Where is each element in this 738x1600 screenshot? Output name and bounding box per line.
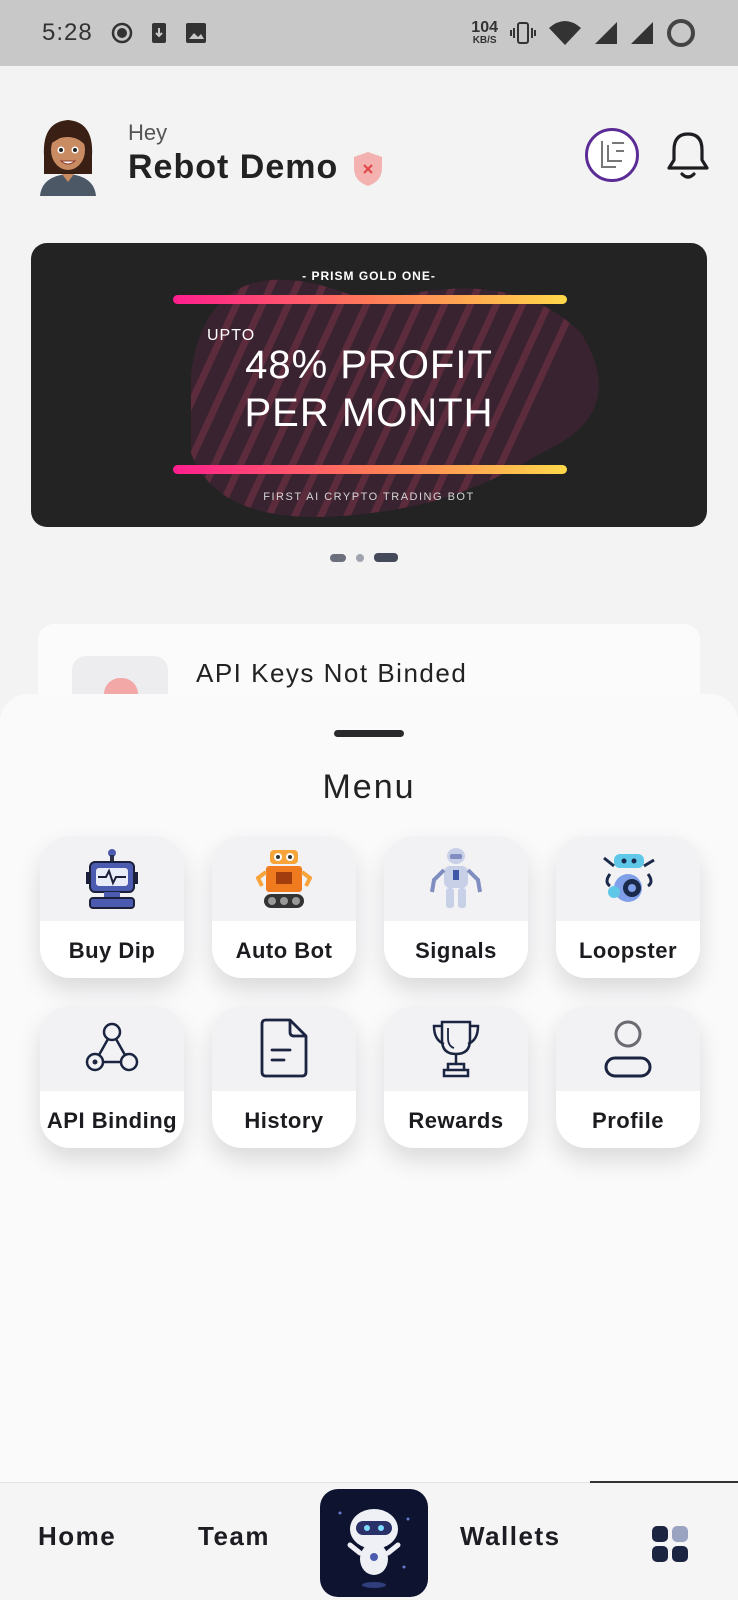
carousel-dot[interactable]	[356, 553, 364, 562]
sheet-drag-handle[interactable]	[334, 730, 404, 737]
status-time: 5:28	[42, 19, 93, 46]
username: Rebot Demo	[128, 148, 339, 186]
signal-icon	[631, 22, 653, 44]
net-speed: 104 KB/S	[471, 19, 498, 46]
nav-active-indicator	[590, 1481, 738, 1483]
menu-item-api-binding[interactable]: API Binding	[40, 1006, 184, 1148]
image-icon	[185, 23, 206, 43]
status-bar: 5:28 104 KB/S	[0, 0, 738, 66]
record-icon	[111, 22, 132, 44]
carousel-dot[interactable]	[330, 553, 346, 562]
wifi-icon	[549, 21, 581, 45]
menu-item-label: Signals	[415, 938, 497, 963]
banner-brand-label: - PRISM GOLD ONE-	[302, 269, 436, 283]
document-icon	[260, 1018, 308, 1078]
robot-mascot-icon	[338, 1509, 410, 1588]
menu-item-profile[interactable]: Profile	[556, 1006, 700, 1148]
menu-item-label: Buy Dip	[68, 938, 156, 963]
battery-icon	[667, 19, 695, 47]
menu-item-loopster[interactable]: Loopster	[556, 836, 700, 978]
menu-item-auto-bot[interactable]: Auto Bot	[212, 836, 356, 978]
bottom-nav: Home Team Wallets	[0, 1481, 738, 1600]
user-icon	[604, 1020, 652, 1078]
trophy-icon	[432, 1020, 480, 1078]
menu-item-label: Loopster	[578, 938, 678, 963]
menu-item-history[interactable]: History	[212, 1006, 356, 1148]
banner-gradient-bar	[173, 295, 567, 304]
nav-robot-button[interactable]	[320, 1489, 428, 1597]
carousel-indicator	[330, 553, 398, 562]
nav-team[interactable]: Team	[198, 1521, 270, 1552]
menu-item-signals[interactable]: Signals	[384, 836, 528, 978]
banner-headline: 48% PROFIT PER MONTH	[244, 343, 494, 435]
greeting: Hey	[128, 120, 168, 145]
nav-home[interactable]: Home	[38, 1521, 116, 1552]
menu-item-label: Rewards	[408, 1108, 504, 1133]
avatar-icon	[40, 120, 96, 196]
nav-wallets[interactable]: Wallets	[460, 1521, 561, 1552]
menu-item-label: API Binding	[46, 1108, 178, 1133]
menu-item-buy-dip[interactable]: Buy Dip	[40, 836, 184, 978]
menu-item-rewards[interactable]: Rewards	[384, 1006, 528, 1148]
share-nodes-icon	[85, 1022, 139, 1072]
bell-icon	[667, 132, 709, 179]
notification-button[interactable]	[664, 128, 712, 182]
grid-icon[interactable]	[651, 1525, 689, 1563]
menu-sheet: Menu Buy Dip Auto Bot Signals Loopster A…	[0, 694, 738, 1494]
carousel-dot-active[interactable]	[374, 553, 398, 562]
download-icon	[151, 23, 166, 43]
orange-robot-icon	[256, 850, 312, 908]
menu-item-label: Auto Bot	[235, 938, 333, 963]
menu-item-label: History	[244, 1108, 324, 1133]
menu-item-label: Profile	[592, 1108, 664, 1133]
wheel-robot-icon	[603, 854, 655, 902]
banner-gradient-bar	[173, 465, 567, 474]
humanoid-robot-icon	[430, 848, 482, 908]
shield-x-icon	[354, 152, 382, 186]
promo-banner[interactable]: - PRISM GOLD ONE- UPTO 48% PROFIT PER MO…	[31, 243, 707, 527]
logo-icon	[601, 141, 624, 168]
logo-button[interactable]	[585, 128, 639, 182]
vibrate-icon	[510, 22, 536, 44]
api-keys-title: API Keys Not Binded	[196, 658, 468, 688]
avatar[interactable]	[36, 116, 100, 196]
signal-icon	[595, 22, 617, 44]
menu-title: Menu	[322, 768, 416, 806]
robot-monitor-icon	[86, 849, 138, 909]
banner-footer: FIRST AI CRYPTO TRADING BOT	[263, 491, 475, 503]
